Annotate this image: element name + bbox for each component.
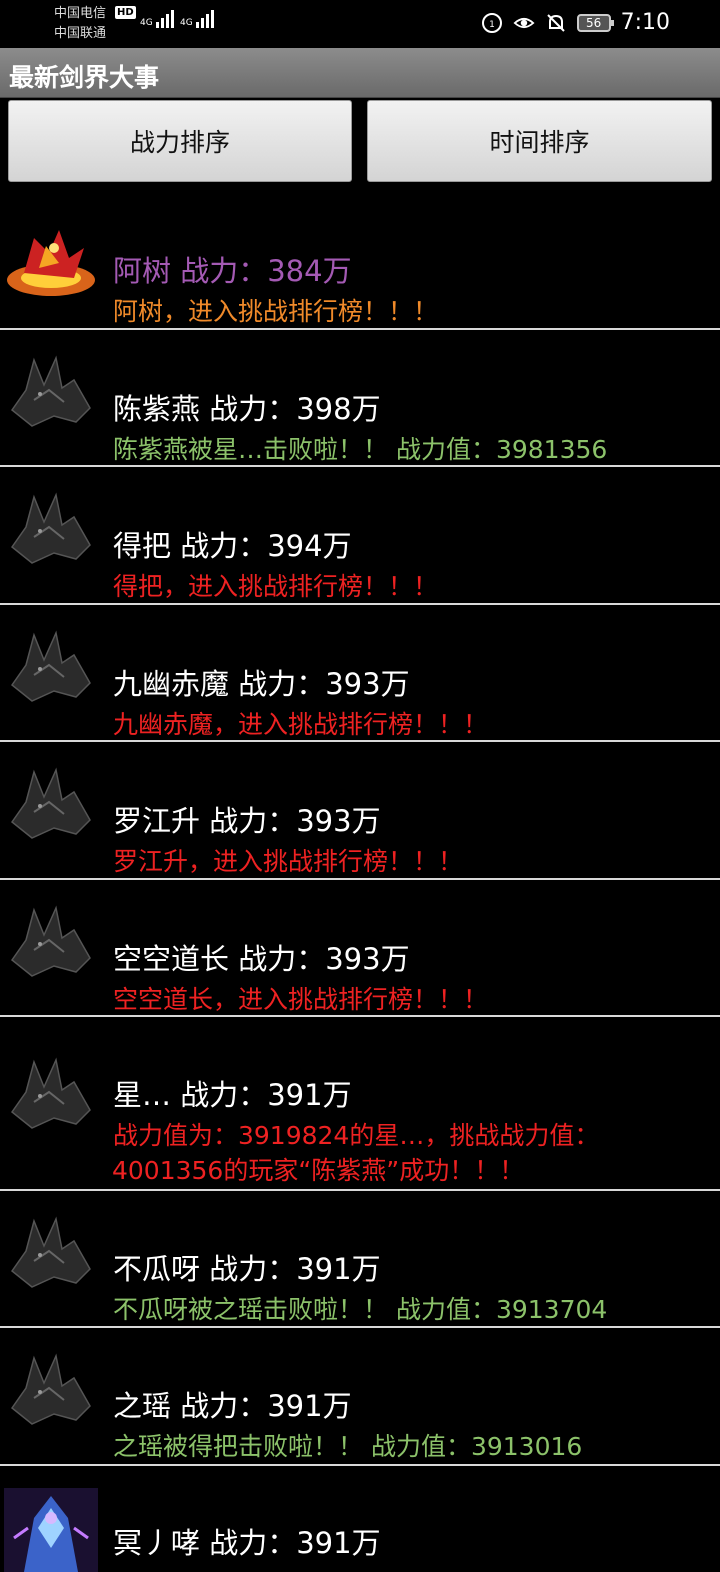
entry-name-power: 星… 战力：391万 (113, 1078, 352, 1112)
entry-name-power: 冥丿哮 战力：391万 (113, 1526, 381, 1560)
svg-text:1: 1 (489, 20, 495, 30)
title-bar: 最新剑界大事 (0, 48, 720, 98)
list-item[interactable]: 陈紫燕 战力：398万 陈紫燕被星…击败啦！！ 战力值：3981356 (0, 330, 720, 467)
dark-beast-avatar (4, 1052, 98, 1136)
entry-name-power: 不瓜呀 战力：391万 (113, 1252, 381, 1286)
battery-icon: 56 (576, 13, 614, 32)
list-item[interactable]: 星… 战力：391万 战力值为：3919824的星…，挑战战力值： 400135… (0, 1017, 720, 1191)
status-bar: 中国电信 中国联通 HD 4G 4G 1 56 7:10 (0, 0, 720, 48)
list-item[interactable]: 罗江升 战力：393万 罗江升，进入挑战排行榜！！！ (0, 742, 720, 880)
dark-beast-avatar (4, 1348, 98, 1432)
entry-message: 得把，进入挑战排行榜！！！ (113, 572, 439, 601)
entry-message: 九幽赤魔，进入挑战排行榜！！！ (113, 710, 489, 739)
status-right: 1 56 7:10 (481, 10, 670, 35)
carrier-1: 中国电信 (54, 6, 107, 21)
dark-beast-avatar (4, 625, 98, 709)
network-type-2: 4G (180, 18, 193, 28)
list-item[interactable]: 不瓜呀 战力：391万 不瓜呀被之瑶击败啦！！ 战力值：3913704 (0, 1191, 720, 1328)
dark-beast-avatar (4, 762, 98, 846)
network-type-1: 4G (140, 18, 153, 28)
carrier-2: 中国联通 (54, 26, 107, 41)
dark-beast-avatar (4, 900, 98, 984)
page-title: 最新剑界大事 (9, 63, 160, 92)
entry-message-line-2: 4001356的玩家“陈紫燕”成功！！！ (112, 1156, 525, 1185)
dark-beast-avatar (4, 487, 98, 571)
list-item[interactable]: 阿树 战力：384万 阿树，进入挑战排行榜！！！ (0, 190, 720, 330)
entry-message: 阿树，进入挑战排行榜！！！ (113, 297, 439, 326)
list-item[interactable]: 得把 战力：394万 得把，进入挑战排行榜！！！ (0, 467, 720, 605)
list-item[interactable]: 之瑶 战力：391万 之瑶被得把击败啦！！ 战力值：3913016 (0, 1328, 720, 1466)
dark-beast-avatar (4, 1211, 98, 1295)
carrier-labels: 中国电信 中国联通 (54, 4, 106, 44)
list-item[interactable]: 冥丿哮 战力：391万 (0, 1466, 720, 1572)
entry-name-power: 陈紫燕 战力：398万 (113, 392, 381, 426)
entry-message: 空空道长，进入挑战排行榜！！！ (113, 985, 489, 1014)
signal-2-icon: 4G (180, 10, 214, 28)
entry-name-power: 之瑶 战力：391万 (113, 1389, 352, 1423)
entry-name-power: 阿树 战力：384万 (113, 254, 352, 288)
entry-message: 罗江升，进入挑战排行榜！！！ (113, 847, 464, 876)
list-item[interactable]: 空空道长 战力：393万 空空道长，进入挑战排行榜！！！ (0, 880, 720, 1017)
hd-badge: HD (115, 6, 136, 19)
signal-1-icon: 4G (140, 10, 174, 28)
crystal-mage-avatar (4, 1488, 98, 1572)
list-item[interactable]: 九幽赤魔 战力：393万 九幽赤魔，进入挑战排行榜！！！ (0, 605, 720, 742)
entry-message: 陈紫燕被星…击败啦！！ 战力值：3981356 (113, 435, 608, 464)
entry-message: 不瓜呀被之瑶击败啦！！ 战力值：3913704 (113, 1295, 608, 1324)
mute-bell-icon (545, 12, 567, 34)
clock: 7:10 (620, 10, 670, 35)
dark-beast-avatar (4, 350, 98, 434)
entry-name-power: 空空道长 战力：393万 (113, 942, 410, 976)
sort-by-time-button[interactable]: 时间排序 (367, 100, 712, 182)
entry-message: 之瑶被得把击败啦！！ 战力值：3913016 (113, 1432, 583, 1461)
event-list: 阿树 战力：384万 阿树，进入挑战排行榜！！！ 陈紫燕 战力：398万 陈紫燕… (0, 190, 720, 1572)
data-saver-icon: 1 (481, 12, 503, 34)
entry-name-power: 罗江升 战力：393万 (113, 804, 381, 838)
entry-name-power: 得把 战力：394万 (113, 529, 352, 563)
eye-icon (513, 12, 535, 34)
entry-name-power: 九幽赤魔 战力：393万 (113, 667, 410, 701)
sort-by-power-button[interactable]: 战力排序 (8, 100, 352, 182)
fire-creature-avatar (4, 218, 98, 302)
entry-message: 战力值为：3919824的星…，挑战战力值： (113, 1121, 600, 1150)
